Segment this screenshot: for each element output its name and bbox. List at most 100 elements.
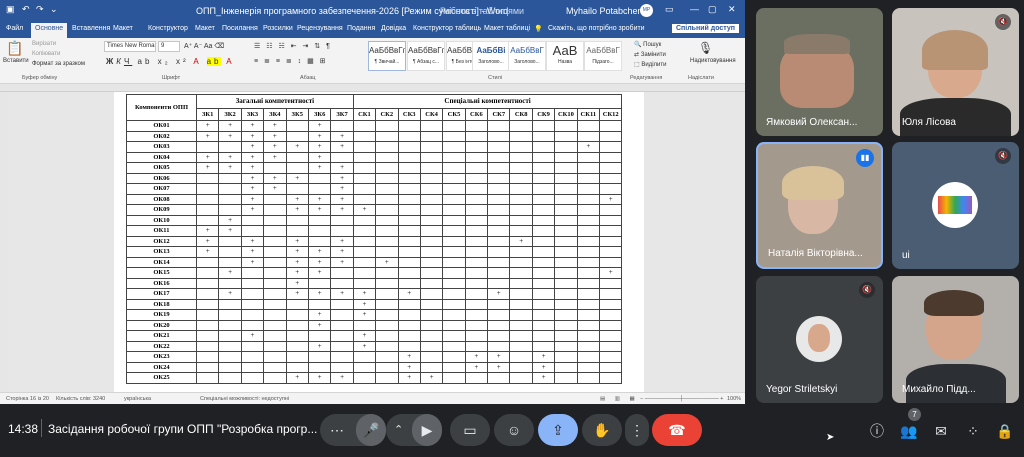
matrix-cell[interactable]	[599, 319, 623, 331]
column-header[interactable]: ЗК1	[195, 108, 220, 121]
matrix-cell[interactable]	[263, 256, 287, 268]
more-dots-icon[interactable]: ⋯	[330, 414, 344, 446]
matrix-cell[interactable]	[419, 319, 444, 331]
matrix-cell[interactable]	[352, 214, 377, 226]
matrix-cell[interactable]	[576, 193, 601, 205]
matrix-cell[interactable]	[599, 225, 623, 237]
matrix-cell[interactable]	[509, 256, 533, 268]
matrix-cell[interactable]	[531, 246, 556, 258]
matrix-cell[interactable]	[576, 235, 601, 247]
matrix-cell[interactable]	[487, 214, 511, 226]
matrix-cell[interactable]: +	[352, 330, 377, 342]
matrix-cell[interactable]	[554, 204, 578, 216]
matrix-cell[interactable]	[599, 277, 623, 289]
column-header[interactable]: СК2	[375, 108, 399, 121]
matrix-cell[interactable]	[487, 204, 511, 216]
paste-button[interactable]: Вставити	[3, 58, 29, 64]
matrix-cell[interactable]	[375, 277, 399, 289]
matrix-cell[interactable]	[352, 183, 377, 195]
matrix-cell[interactable]	[397, 267, 421, 279]
matrix-cell[interactable]: +	[307, 288, 332, 300]
ribbon-options-icon[interactable]: ▭	[665, 4, 675, 16]
accessibility-status[interactable]: Спеціальні можливості: недоступні	[200, 396, 289, 402]
matrix-cell[interactable]	[464, 246, 489, 258]
matrix-cell[interactable]: +	[352, 298, 377, 310]
matrix-cell[interactable]	[442, 246, 466, 258]
matrix-cell[interactable]	[218, 256, 242, 268]
tab-insert[interactable]: Вставлення	[72, 25, 110, 32]
matrix-cell[interactable]: +	[307, 162, 332, 174]
matrix-cell[interactable]	[464, 151, 489, 163]
tab-view[interactable]: Подання	[347, 25, 375, 32]
matrix-cell[interactable]: +	[307, 151, 332, 163]
matrix-cell[interactable]	[464, 319, 489, 331]
matrix-cell[interactable]	[330, 214, 354, 226]
matrix-cell[interactable]	[195, 309, 220, 321]
matrix-cell[interactable]	[599, 214, 623, 226]
matrix-cell[interactable]	[218, 183, 242, 195]
matrix-cell[interactable]: +	[531, 361, 556, 373]
matrix-cell[interactable]	[397, 298, 421, 310]
list-buttons[interactable]: ☰ ☷ ☵ ⇤ ⇥ ⇅ ¶	[254, 42, 332, 50]
matrix-cell[interactable]: +	[352, 204, 377, 216]
matrix-cell[interactable]	[195, 298, 220, 310]
matrix-cell[interactable]: +	[218, 267, 242, 279]
matrix-cell[interactable]	[218, 277, 242, 289]
matrix-cell[interactable]: +	[240, 151, 265, 163]
matrix-cell[interactable]: +	[531, 351, 556, 363]
matrix-cell[interactable]	[263, 193, 287, 205]
word-count[interactable]: Кількість слів: 3240	[56, 396, 105, 402]
grow-shrink-font-icons[interactable]: A⁺ A⁻ Aa ⌫	[184, 42, 224, 50]
matrix-cell[interactable]	[352, 256, 377, 268]
matrix-cell[interactable]	[375, 351, 399, 363]
matrix-cell[interactable]: +	[307, 193, 332, 205]
matrix-cell[interactable]: +	[240, 330, 265, 342]
matrix-cell[interactable]	[554, 225, 578, 237]
matrix-cell[interactable]	[464, 267, 489, 279]
matrix-cell[interactable]: +	[218, 162, 242, 174]
matrix-cell[interactable]	[263, 225, 287, 237]
matrix-cell[interactable]	[599, 256, 623, 268]
column-header[interactable]: СК6	[464, 108, 489, 121]
matrix-cell[interactable]	[531, 162, 556, 174]
tab-table-layout[interactable]: Макет таблиці	[484, 25, 530, 32]
matrix-cell[interactable]	[487, 319, 511, 331]
matrix-cell[interactable]: +	[330, 172, 354, 184]
matrix-cell[interactable]: +	[195, 225, 220, 237]
matrix-cell[interactable]	[576, 204, 601, 216]
matrix-cell[interactable]	[352, 267, 377, 279]
matrix-cell[interactable]: +	[240, 183, 265, 195]
matrix-cell[interactable]: +	[330, 193, 354, 205]
matrix-cell[interactable]	[352, 130, 377, 142]
component-code-cell[interactable]: ОК14	[126, 256, 197, 268]
matrix-cell[interactable]	[419, 141, 444, 153]
matrix-cell[interactable]	[442, 372, 466, 384]
matrix-cell[interactable]	[487, 340, 511, 352]
matrix-cell[interactable]	[576, 372, 601, 384]
matrix-cell[interactable]	[375, 204, 399, 216]
matrix-cell[interactable]	[509, 172, 533, 184]
matrix-cell[interactable]	[464, 288, 489, 300]
matrix-cell[interactable]	[464, 277, 489, 289]
matrix-cell[interactable]	[599, 130, 623, 142]
matrix-cell[interactable]	[195, 340, 220, 352]
matrix-cell[interactable]: +	[307, 340, 332, 352]
matrix-cell[interactable]	[330, 225, 354, 237]
matrix-cell[interactable]	[240, 214, 265, 226]
style-heading-2[interactable]: АаБбВвГ Заголово...	[508, 41, 546, 71]
matrix-cell[interactable]	[464, 193, 489, 205]
tab-design[interactable]: Конструктор	[148, 25, 188, 32]
matrix-cell[interactable]	[576, 319, 601, 331]
matrix-cell[interactable]	[419, 120, 444, 132]
matrix-cell[interactable]	[285, 309, 309, 321]
matrix-cell[interactable]	[375, 214, 399, 226]
matrix-cell[interactable]	[487, 120, 511, 132]
matrix-cell[interactable]	[218, 330, 242, 342]
matrix-cell[interactable]	[397, 172, 421, 184]
matrix-cell[interactable]	[576, 288, 601, 300]
matrix-cell[interactable]	[352, 162, 377, 174]
matrix-cell[interactable]	[599, 340, 623, 352]
matrix-cell[interactable]	[195, 193, 220, 205]
tab-home[interactable]: Основне	[31, 23, 68, 38]
matrix-cell[interactable]	[464, 235, 489, 247]
